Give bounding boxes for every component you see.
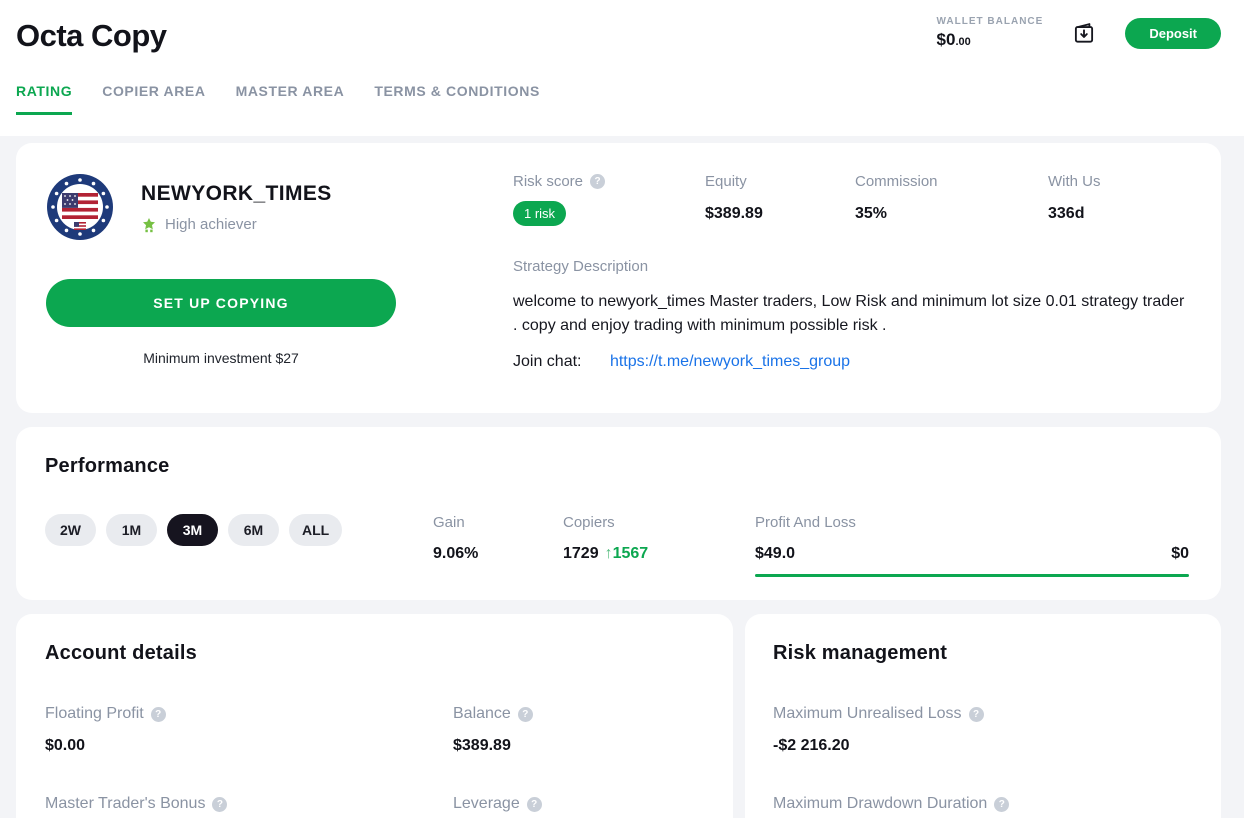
- pnl-left-value: $49.0: [755, 545, 795, 563]
- performance-title: Performance: [45, 455, 1189, 478]
- app-header: Octa Copy RATING COPIER AREA MASTER AREA…: [0, 0, 1244, 136]
- join-chat-row: Join chat: https://t.me/newyork_times_gr…: [513, 353, 1191, 371]
- help-icon[interactable]: ?: [518, 707, 533, 722]
- page-content: NEWYORK_TIMES High achiever SET UP COPYI…: [0, 136, 1244, 818]
- high-achiever-label: High achiever: [165, 216, 257, 233]
- help-icon[interactable]: ?: [212, 797, 227, 812]
- period-all[interactable]: ALL: [289, 514, 342, 546]
- high-achiever-icon: [141, 217, 157, 233]
- strategy-description-text: welcome to newyork_times Master traders,…: [513, 290, 1191, 338]
- pnl-progress-bar: [755, 574, 1189, 577]
- period-1m[interactable]: 1M: [106, 514, 157, 546]
- tab-terms-conditions[interactable]: TERMS & CONDITIONS: [374, 83, 540, 115]
- strategy-description-label: Strategy Description: [513, 258, 1191, 275]
- main-tabs: RATING COPIER AREA MASTER AREA TERMS & C…: [16, 83, 1221, 115]
- tab-master-area[interactable]: MASTER AREA: [236, 83, 345, 115]
- stat-equity: Equity $389.89: [705, 173, 855, 226]
- tab-rating[interactable]: RATING: [16, 83, 72, 115]
- help-icon[interactable]: ?: [590, 174, 605, 189]
- risk-management-card: Risk management Maximum Unrealised Loss …: [745, 614, 1221, 818]
- trader-avatar: [46, 173, 114, 241]
- trader-stats-row: Risk score ? 1 risk Equity $389.89 Commi…: [513, 173, 1191, 226]
- trader-details: Risk score ? 1 risk Equity $389.89 Commi…: [513, 173, 1191, 383]
- detail-max-drawdown-duration: Maximum Drawdown Duration ?: [773, 795, 1191, 818]
- help-icon[interactable]: ?: [994, 797, 1009, 812]
- header-right: WALLET BALANCE $0.00 Deposit: [937, 16, 1221, 50]
- period-6m[interactable]: 6M: [228, 514, 279, 546]
- copiers-delta: 1567: [613, 545, 649, 562]
- tab-copier-area[interactable]: COPIER AREA: [102, 83, 205, 115]
- minimum-investment: Minimum investment $27: [46, 350, 396, 366]
- stat-risk-score: Risk score ? 1 risk: [513, 173, 705, 226]
- help-icon[interactable]: ?: [151, 707, 166, 722]
- wallet-balance-label: WALLET BALANCE: [937, 16, 1044, 27]
- wallet-deposit-icon[interactable]: [1071, 20, 1097, 46]
- trader-summary: NEWYORK_TIMES High achiever SET UP COPYI…: [46, 173, 396, 383]
- account-details-card: Account details Floating Profit ? $0.00 …: [16, 614, 733, 818]
- detail-max-unrealised-loss: Maximum Unrealised Loss ? -$2 216.20: [773, 705, 1191, 755]
- account-details-title: Account details: [45, 642, 703, 665]
- risk-score-badge: 1 risk: [513, 201, 566, 226]
- period-2w[interactable]: 2W: [45, 514, 96, 546]
- help-icon[interactable]: ?: [969, 707, 984, 722]
- performance-card: Performance 2W 1M 3M 6M ALL Gain 9.06% C…: [16, 427, 1221, 600]
- deposit-button[interactable]: Deposit: [1125, 18, 1221, 49]
- wallet-balance: WALLET BALANCE $0.00: [937, 16, 1044, 50]
- detail-balance: Balance ? $389.89: [453, 705, 703, 755]
- join-chat-link[interactable]: https://t.me/newyork_times_group: [610, 353, 850, 370]
- period-3m[interactable]: 3M: [167, 514, 218, 546]
- detail-master-traders-bonus: Master Trader's Bonus ?: [45, 795, 453, 818]
- risk-management-title: Risk management: [773, 642, 1191, 665]
- detail-leverage: Leverage ?: [453, 795, 703, 818]
- set-up-copying-button[interactable]: SET UP COPYING: [46, 279, 396, 327]
- stat-profit-and-loss: Profit And Loss $49.0 $0: [755, 514, 1189, 577]
- period-filter: 2W 1M 3M 6M ALL: [45, 514, 433, 546]
- trader-identity: NEWYORK_TIMES High achiever: [141, 173, 332, 233]
- stat-gain: Gain 9.06%: [433, 514, 563, 563]
- stat-copiers: Copiers 1729↑1567: [563, 514, 755, 563]
- trader-name: NEWYORK_TIMES: [141, 182, 332, 206]
- join-chat-label: Join chat:: [513, 353, 581, 370]
- up-arrow-icon: ↑: [605, 545, 613, 562]
- detail-floating-profit: Floating Profit ? $0.00: [45, 705, 453, 755]
- help-icon[interactable]: ?: [527, 797, 542, 812]
- stat-commission: Commission 35%: [855, 173, 1048, 226]
- pnl-right-value: $0: [1171, 545, 1189, 563]
- wallet-balance-amount: $0.00: [937, 30, 1044, 50]
- stat-with-us: With Us 336d: [1048, 173, 1101, 226]
- trader-card: NEWYORK_TIMES High achiever SET UP COPYI…: [16, 143, 1221, 413]
